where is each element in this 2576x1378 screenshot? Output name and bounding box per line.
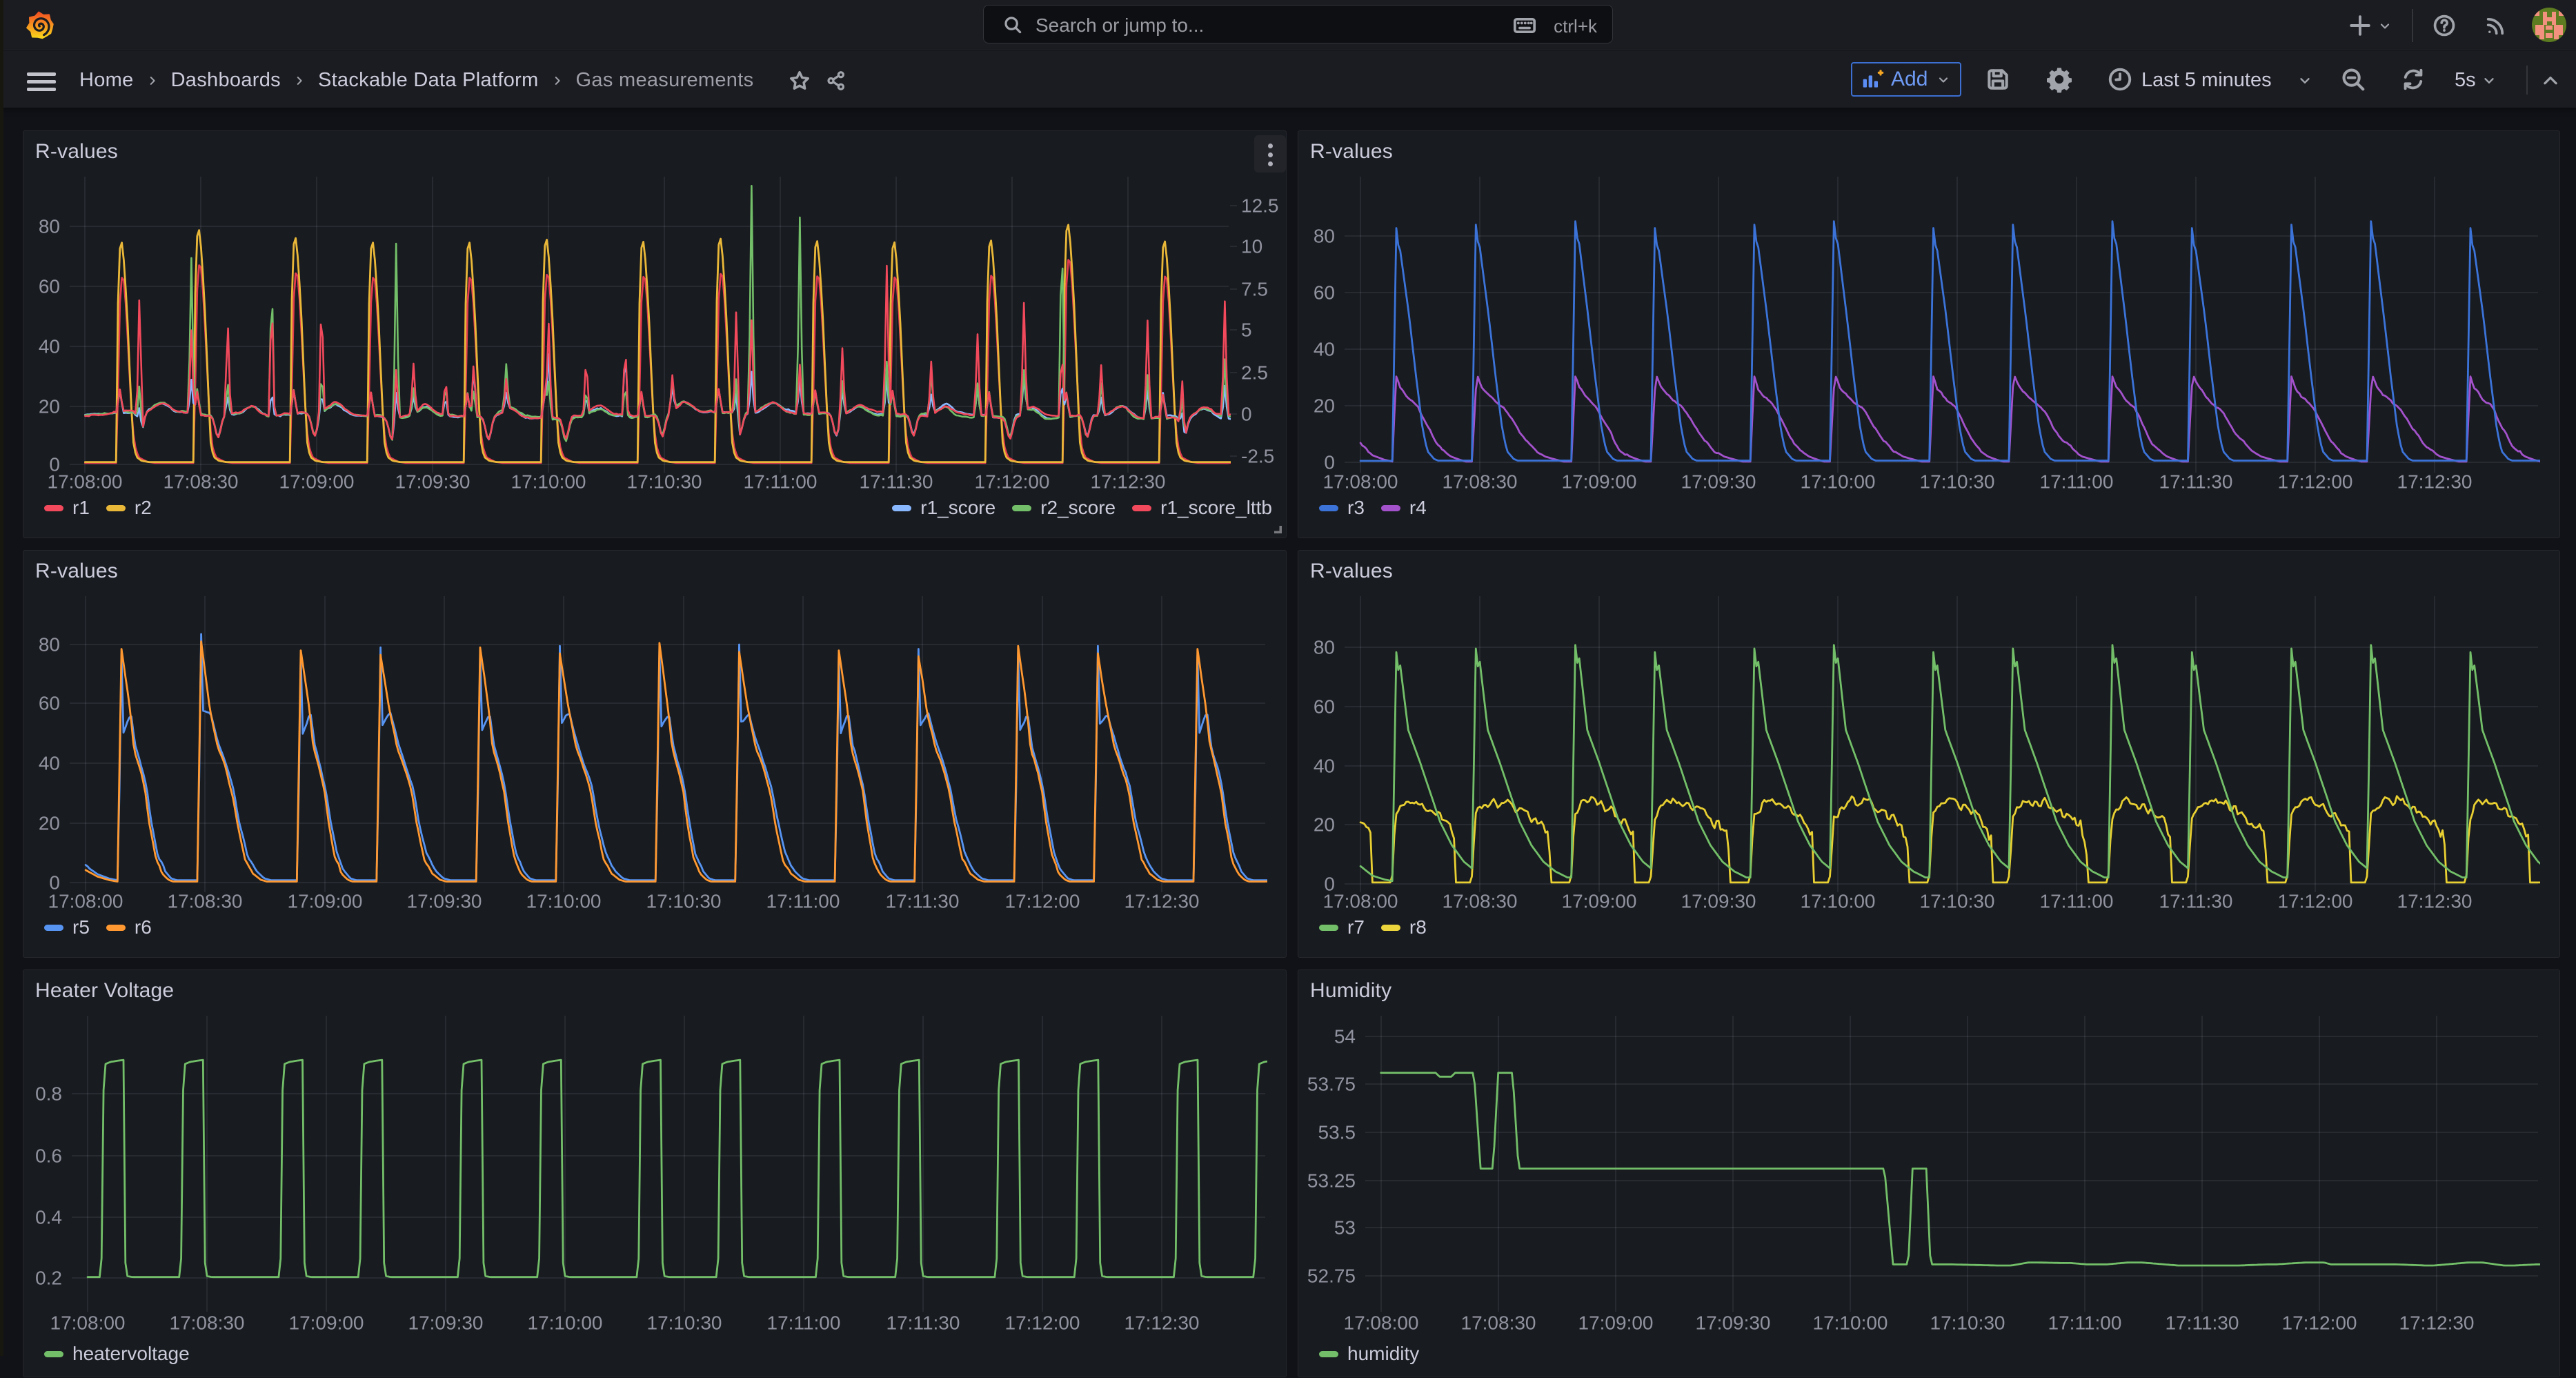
svg-text:17:09:00: 17:09:00 [1578, 1312, 1654, 1334]
svg-text:40: 40 [39, 336, 60, 357]
svg-text:17:12:30: 17:12:30 [1091, 471, 1166, 493]
svg-text:17:09:30: 17:09:30 [1681, 891, 1756, 912]
svg-text:17:11:00: 17:11:00 [744, 471, 818, 493]
svg-text:17:10:00: 17:10:00 [1801, 471, 1876, 493]
svg-text:17:12:30: 17:12:30 [2397, 471, 2473, 493]
svg-text:17:08:30: 17:08:30 [1443, 891, 1518, 912]
svg-text:-2.5: -2.5 [1241, 446, 1274, 467]
svg-text:17:09:00: 17:09:00 [288, 891, 363, 912]
svg-text:17:09:00: 17:09:00 [279, 471, 355, 493]
svg-text:17:11:00: 17:11:00 [2040, 891, 2114, 912]
svg-text:17:12:30: 17:12:30 [2399, 1312, 2475, 1334]
svg-text:17:09:00: 17:09:00 [289, 1312, 364, 1334]
svg-text:0.2: 0.2 [35, 1268, 62, 1289]
svg-text:0: 0 [1324, 452, 1335, 473]
svg-text:17:10:00: 17:10:00 [1813, 1312, 1888, 1334]
svg-text:17:08:00: 17:08:00 [1323, 471, 1398, 493]
svg-text:17:10:00: 17:10:00 [526, 891, 602, 912]
svg-text:53.25: 53.25 [1307, 1170, 1356, 1192]
svg-text:17:11:00: 17:11:00 [766, 891, 840, 912]
svg-text:53: 53 [1334, 1217, 1356, 1239]
svg-text:0.6: 0.6 [35, 1145, 62, 1167]
svg-text:17:08:30: 17:08:30 [168, 891, 243, 912]
svg-text:17:11:30: 17:11:30 [2166, 1312, 2239, 1334]
svg-text:17:08:00: 17:08:00 [1323, 891, 1398, 912]
svg-text:17:09:30: 17:09:30 [395, 471, 470, 493]
svg-text:54: 54 [1334, 1026, 1356, 1047]
svg-text:17:11:00: 17:11:00 [767, 1312, 841, 1334]
svg-text:17:12:00: 17:12:00 [2278, 471, 2353, 493]
svg-text:17:12:00: 17:12:00 [2282, 1312, 2357, 1334]
svg-text:17:10:30: 17:10:30 [627, 471, 702, 493]
svg-text:0.4: 0.4 [35, 1207, 62, 1228]
svg-text:17:11:30: 17:11:30 [2159, 471, 2233, 493]
svg-text:17:10:30: 17:10:30 [646, 891, 722, 912]
svg-text:17:09:30: 17:09:30 [407, 891, 482, 912]
svg-text:17:12:00: 17:12:00 [2278, 891, 2353, 912]
svg-text:60: 60 [39, 693, 60, 714]
svg-text:17:12:00: 17:12:00 [975, 471, 1050, 493]
svg-text:17:12:30: 17:12:30 [2397, 891, 2473, 912]
svg-text:12.5: 12.5 [1241, 195, 1279, 217]
svg-text:40: 40 [1314, 756, 1335, 777]
svg-text:17:09:30: 17:09:30 [1696, 1312, 1771, 1334]
svg-text:20: 20 [1314, 814, 1335, 836]
svg-text:80: 80 [39, 634, 60, 656]
svg-text:80: 80 [39, 216, 60, 237]
svg-text:17:12:30: 17:12:30 [1124, 1312, 1200, 1334]
svg-text:17:08:30: 17:08:30 [1461, 1312, 1536, 1334]
svg-text:17:10:00: 17:10:00 [511, 471, 586, 493]
svg-text:40: 40 [39, 753, 60, 774]
svg-text:80: 80 [1314, 637, 1335, 658]
svg-text:17:12:00: 17:12:00 [1005, 1312, 1080, 1334]
svg-text:17:10:00: 17:10:00 [1801, 891, 1876, 912]
svg-text:20: 20 [39, 813, 60, 834]
svg-text:17:12:00: 17:12:00 [1005, 891, 1080, 912]
svg-text:60: 60 [39, 276, 60, 297]
svg-text:40: 40 [1314, 339, 1335, 360]
svg-text:80: 80 [1314, 226, 1335, 247]
svg-text:0.8: 0.8 [35, 1083, 62, 1105]
svg-text:10: 10 [1241, 236, 1262, 257]
svg-text:17:08:30: 17:08:30 [170, 1312, 245, 1334]
svg-text:17:09:30: 17:09:30 [1681, 471, 1756, 493]
svg-text:17:09:00: 17:09:00 [1562, 891, 1637, 912]
svg-text:17:08:00: 17:08:00 [48, 891, 123, 912]
svg-text:17:11:30: 17:11:30 [2159, 891, 2233, 912]
svg-text:17:08:00: 17:08:00 [48, 471, 123, 493]
svg-text:17:08:30: 17:08:30 [1443, 471, 1518, 493]
svg-text:17:10:30: 17:10:30 [1920, 471, 1995, 493]
svg-text:20: 20 [1314, 395, 1335, 417]
svg-text:17:10:30: 17:10:30 [1930, 1312, 2005, 1334]
svg-text:17:11:30: 17:11:30 [886, 891, 960, 912]
svg-text:2.5: 2.5 [1241, 362, 1268, 384]
svg-text:60: 60 [1314, 282, 1335, 304]
svg-text:17:11:30: 17:11:30 [886, 1312, 960, 1334]
svg-text:17:11:30: 17:11:30 [860, 471, 933, 493]
svg-text:17:08:00: 17:08:00 [1344, 1312, 1419, 1334]
svg-text:17:08:30: 17:08:30 [164, 471, 239, 493]
svg-text:52.75: 52.75 [1307, 1266, 1356, 1287]
svg-text:53.5: 53.5 [1318, 1122, 1356, 1143]
svg-text:17:12:30: 17:12:30 [1124, 891, 1200, 912]
svg-text:17:09:30: 17:09:30 [408, 1312, 484, 1334]
svg-text:17:11:00: 17:11:00 [2048, 1312, 2122, 1334]
svg-text:0: 0 [1241, 404, 1252, 425]
svg-text:17:09:00: 17:09:00 [1562, 471, 1637, 493]
svg-text:7.5: 7.5 [1241, 279, 1268, 300]
svg-text:60: 60 [1314, 696, 1335, 718]
svg-text:17:10:00: 17:10:00 [528, 1312, 603, 1334]
svg-text:17:10:30: 17:10:30 [647, 1312, 722, 1334]
svg-text:53.75: 53.75 [1307, 1074, 1356, 1095]
svg-text:17:11:00: 17:11:00 [2040, 471, 2114, 493]
svg-text:20: 20 [39, 396, 60, 417]
svg-text:17:08:00: 17:08:00 [50, 1312, 126, 1334]
svg-text:17:10:30: 17:10:30 [1920, 891, 1995, 912]
svg-text:5: 5 [1241, 319, 1252, 341]
